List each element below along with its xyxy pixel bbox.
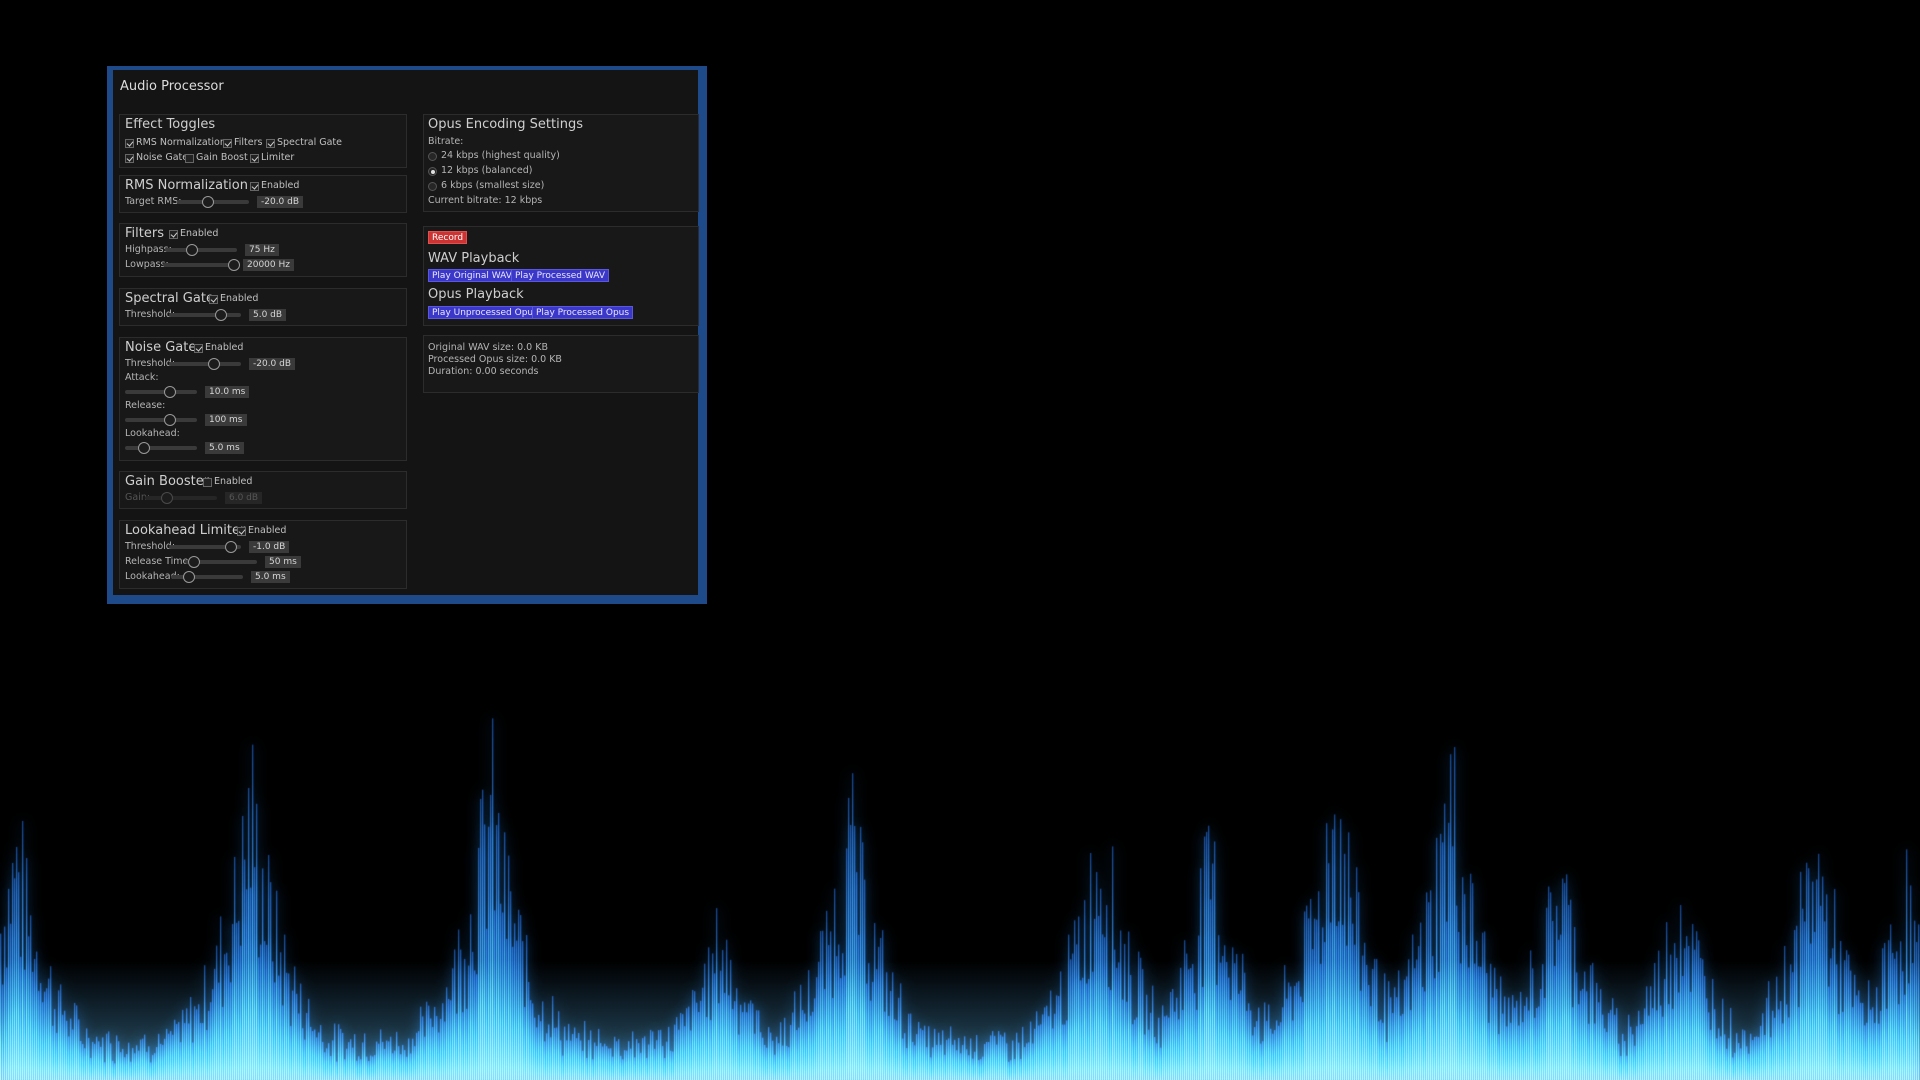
release-slider[interactable] xyxy=(125,414,197,426)
noise-gate-enabled-checkbox[interactable] xyxy=(194,344,203,353)
gain-booster-enabled-label: Enabled xyxy=(214,476,253,487)
rms-normalization-panel: RMS Normalization Enabled Target RMS: -2… xyxy=(119,175,407,213)
bitrate-label: Bitrate: xyxy=(428,136,464,147)
attack-slider[interactable] xyxy=(125,386,197,398)
toggle-noise-gate-label: Noise Gate xyxy=(136,152,189,163)
spectral-gate-enabled-checkbox[interactable] xyxy=(209,295,218,304)
spectral-threshold-slider[interactable] xyxy=(169,309,241,321)
play-processed-wav-button[interactable]: Play Processed WAV xyxy=(511,269,610,282)
noise-threshold-value: -20.0 dB xyxy=(249,358,296,370)
target-rms-label: Target RMS: xyxy=(125,196,182,207)
noise-gate-title: Noise Gate xyxy=(125,340,197,355)
toggle-gain-boost-label: Gain Boost xyxy=(196,152,248,163)
toggle-filters-label: Filters xyxy=(234,137,263,148)
toggle-spectral-gate-label: Spectral Gate xyxy=(277,137,342,148)
toggle-noise-gate-checkbox[interactable] xyxy=(125,154,134,163)
spectral-gate-title: Spectral Gate xyxy=(125,291,214,306)
bitrate-6-label: 6 kbps (smallest size) xyxy=(441,180,545,191)
noise-lookahead-label: Lookahead: xyxy=(125,428,180,439)
toggle-limiter-label: Limiter xyxy=(261,152,295,163)
attack-label: Attack: xyxy=(125,372,159,383)
duration-text: Duration: 0.00 seconds xyxy=(428,366,539,377)
limiter-lookahead-slider[interactable] xyxy=(171,571,243,583)
audio-processor-window: Audio Processor Effect Toggles RMS Norma… xyxy=(107,66,707,604)
toggle-spectral-gate-checkbox[interactable] xyxy=(266,139,275,148)
limiter-enabled-checkbox[interactable] xyxy=(237,527,246,536)
play-unprocessed-opus-button[interactable]: Play Unprocessed Opus xyxy=(428,306,542,319)
toggle-filters-checkbox[interactable] xyxy=(223,139,232,148)
lowpass-slider[interactable] xyxy=(163,259,240,271)
info-panel: Original WAV size: 0.0 KB Processed Opus… xyxy=(423,335,699,393)
limiter-threshold-value: -1.0 dB xyxy=(249,541,290,553)
rms-title: RMS Normalization xyxy=(125,178,248,193)
target-rms-slider[interactable] xyxy=(177,196,249,208)
play-original-wav-button[interactable]: Play Original WAV xyxy=(428,269,516,282)
target-rms-value: -20.0 dB xyxy=(257,196,304,208)
release-label: Release: xyxy=(125,400,166,411)
bitrate-24-label: 24 kbps (highest quality) xyxy=(441,150,560,161)
toggle-limiter-checkbox[interactable] xyxy=(250,154,259,163)
noise-gate-panel: Noise Gate Enabled Threshold: -20.0 dB A… xyxy=(119,337,407,461)
noise-lookahead-slider[interactable] xyxy=(125,442,197,454)
play-processed-opus-button[interactable]: Play Processed Opus xyxy=(532,306,634,319)
noise-gate-enabled-label: Enabled xyxy=(205,342,244,353)
spectral-gate-panel: Spectral Gate Enabled Threshold: 5.0 dB xyxy=(119,288,407,326)
release-value: 100 ms xyxy=(205,414,247,426)
limiter-threshold-slider[interactable] xyxy=(169,541,241,553)
spectral-threshold-value: 5.0 dB xyxy=(249,309,287,321)
filters-title: Filters xyxy=(125,226,164,241)
rms-enabled-checkbox[interactable] xyxy=(250,182,259,191)
opus-settings-panel: Opus Encoding Settings Bitrate: 24 kbps … xyxy=(423,114,699,212)
limiter-title: Lookahead Limiter xyxy=(125,523,246,538)
noise-threshold-label: Threshold: xyxy=(125,358,176,369)
toggle-gain-boost-checkbox[interactable] xyxy=(185,154,194,163)
attack-value: 10.0 ms xyxy=(205,386,250,398)
bitrate-24-radio[interactable] xyxy=(428,152,437,161)
limiter-lookahead-value: 5.0 ms xyxy=(251,571,290,583)
wav-size-text: Original WAV size: 0.0 KB xyxy=(428,342,548,353)
toggle-rms-label: RMS Normalization xyxy=(136,137,226,148)
wav-playback-title: WAV Playback xyxy=(428,251,520,266)
bitrate-12-radio[interactable] xyxy=(428,167,437,176)
highpass-value: 75 Hz xyxy=(245,244,279,256)
noise-threshold-slider[interactable] xyxy=(169,358,241,370)
effect-toggles-title: Effect Toggles xyxy=(125,117,216,132)
spectral-gate-enabled-label: Enabled xyxy=(220,293,259,304)
release-time-label: Release Time: xyxy=(125,556,192,567)
rms-enabled-label: Enabled xyxy=(261,180,300,191)
limiter-threshold-label: Threshold: xyxy=(125,541,176,552)
spectral-threshold-label: Threshold: xyxy=(125,309,176,320)
limiter-enabled-label: Enabled xyxy=(248,525,287,536)
gain-value: 6.0 dB xyxy=(225,492,263,504)
opus-settings-title: Opus Encoding Settings xyxy=(428,117,583,132)
gain-booster-enabled-checkbox[interactable] xyxy=(203,478,212,487)
lowpass-value: 20000 Hz xyxy=(243,259,294,271)
record-button[interactable]: Record xyxy=(428,231,468,244)
current-bitrate: Current bitrate: 12 kbps xyxy=(428,195,543,206)
gain-slider[interactable] xyxy=(145,492,217,504)
gain-booster-panel: Gain Booster Enabled Gain: 6.0 dB xyxy=(119,471,407,509)
filters-panel: Filters Enabled Highpass: 75 Hz Lowpass:… xyxy=(119,223,407,277)
filters-enabled-checkbox[interactable] xyxy=(169,230,178,239)
release-time-value: 50 ms xyxy=(265,556,301,568)
opus-playback-title: Opus Playback xyxy=(428,287,524,302)
noise-lookahead-value: 5.0 ms xyxy=(205,442,244,454)
toggle-rms-checkbox[interactable] xyxy=(125,139,134,148)
filters-enabled-label: Enabled xyxy=(180,228,219,239)
opus-size-text: Processed Opus size: 0.0 KB xyxy=(428,354,562,365)
release-time-slider[interactable] xyxy=(185,556,257,568)
gain-booster-title: Gain Booster xyxy=(125,474,210,489)
highpass-slider[interactable] xyxy=(165,244,237,256)
bitrate-12-label: 12 kbps (balanced) xyxy=(441,165,533,176)
window-title: Audio Processor xyxy=(120,79,224,94)
bitrate-6-radio[interactable] xyxy=(428,182,437,191)
lookahead-limiter-panel: Lookahead Limiter Enabled Threshold: -1.… xyxy=(119,520,407,589)
playback-panel: Record WAV Playback Play Original WAV Pl… xyxy=(423,226,699,326)
effect-toggles-panel: Effect Toggles RMS Normalization Filters… xyxy=(119,114,407,168)
